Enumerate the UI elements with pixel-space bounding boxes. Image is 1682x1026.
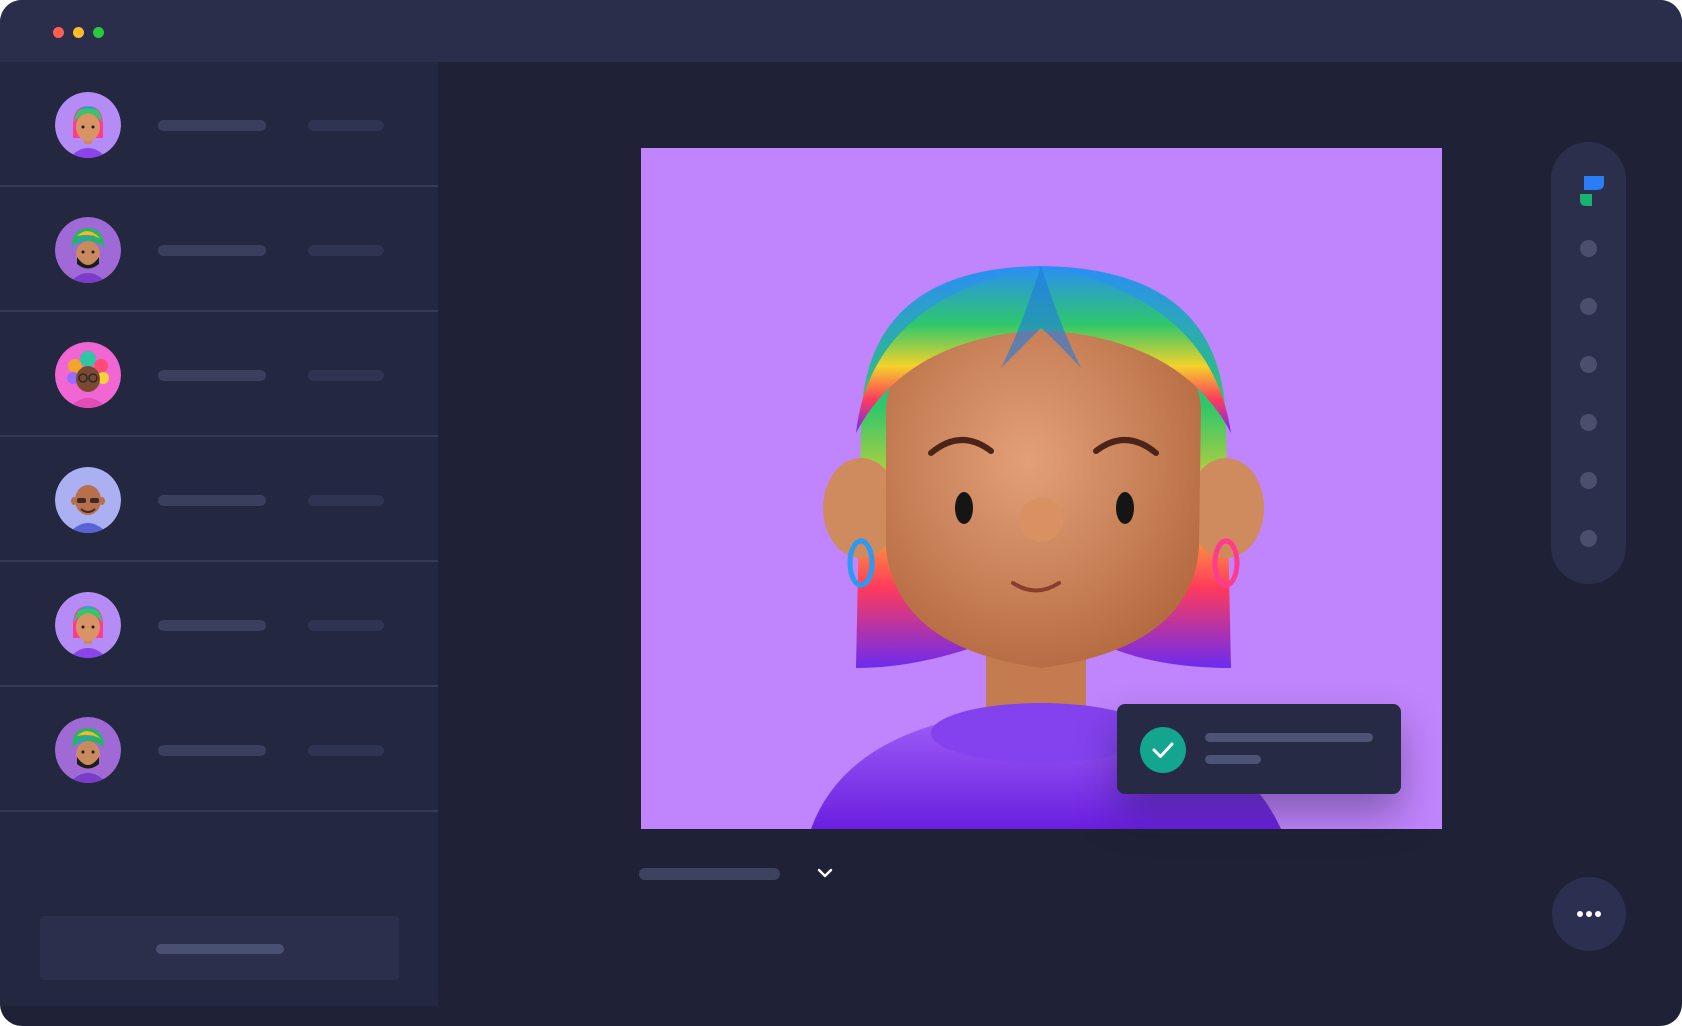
- rail-item[interactable]: [1580, 298, 1597, 315]
- contact-status-placeholder: [308, 245, 384, 256]
- toast-subtitle-placeholder: [1205, 755, 1261, 764]
- contact-name-placeholder: [158, 745, 266, 756]
- contact-item[interactable]: [0, 187, 438, 312]
- rail-item[interactable]: [1580, 240, 1597, 257]
- app-window: [0, 0, 1682, 1026]
- contact-name-placeholder: [158, 245, 266, 256]
- contact-name-placeholder: [158, 120, 266, 131]
- minimize-window-button[interactable]: [73, 27, 84, 38]
- contact-item[interactable]: [0, 312, 438, 437]
- avatar-curly-hair-glasses-icon: [55, 342, 121, 408]
- contacts-sidebar: [0, 62, 438, 1006]
- contact-name-placeholder: [158, 620, 266, 631]
- avatar-turban-beard-icon: [55, 217, 121, 283]
- rail-item[interactable]: [1580, 472, 1597, 489]
- rail-item[interactable]: [1580, 414, 1597, 431]
- contact-status-placeholder: [308, 620, 384, 631]
- contact-status-placeholder: [308, 120, 384, 131]
- more-dots-icon: [1577, 911, 1583, 917]
- avatar-rainbow-hair-icon: [55, 592, 121, 658]
- title-bar: [0, 0, 1682, 62]
- app-logo-icon[interactable]: [1578, 174, 1606, 208]
- contact-status-placeholder: [308, 370, 384, 381]
- contact-item[interactable]: [0, 62, 438, 187]
- contact-name-placeholder: [158, 370, 266, 381]
- more-dots-icon: [1586, 911, 1592, 917]
- close-window-button[interactable]: [53, 27, 64, 38]
- rail-item[interactable]: [1580, 530, 1597, 547]
- contact-status-placeholder: [308, 745, 384, 756]
- sidebar-action-button[interactable]: [40, 916, 399, 980]
- toast-title-placeholder: [1205, 733, 1373, 742]
- check-icon: [1140, 727, 1186, 773]
- contact-item[interactable]: [0, 562, 438, 687]
- more-options-button[interactable]: [1552, 877, 1626, 951]
- contact-item[interactable]: [0, 687, 438, 812]
- avatar-turban-beard-icon: [55, 717, 121, 783]
- caption-placeholder: [639, 868, 780, 880]
- chevron-down-icon[interactable]: [815, 863, 835, 883]
- rail-item[interactable]: [1580, 356, 1597, 373]
- avatar-rainbow-hair-icon: [55, 92, 121, 158]
- contact-status-placeholder: [308, 495, 384, 506]
- contact-name-placeholder: [158, 495, 266, 506]
- maximize-window-button[interactable]: [93, 27, 104, 38]
- confirmation-toast: [1117, 704, 1401, 794]
- right-rail: [1551, 142, 1626, 584]
- sidebar-action-label-placeholder: [156, 944, 284, 954]
- contact-item[interactable]: [0, 437, 438, 562]
- more-dots-icon: [1595, 911, 1601, 917]
- avatar-bald-glasses-icon: [55, 467, 121, 533]
